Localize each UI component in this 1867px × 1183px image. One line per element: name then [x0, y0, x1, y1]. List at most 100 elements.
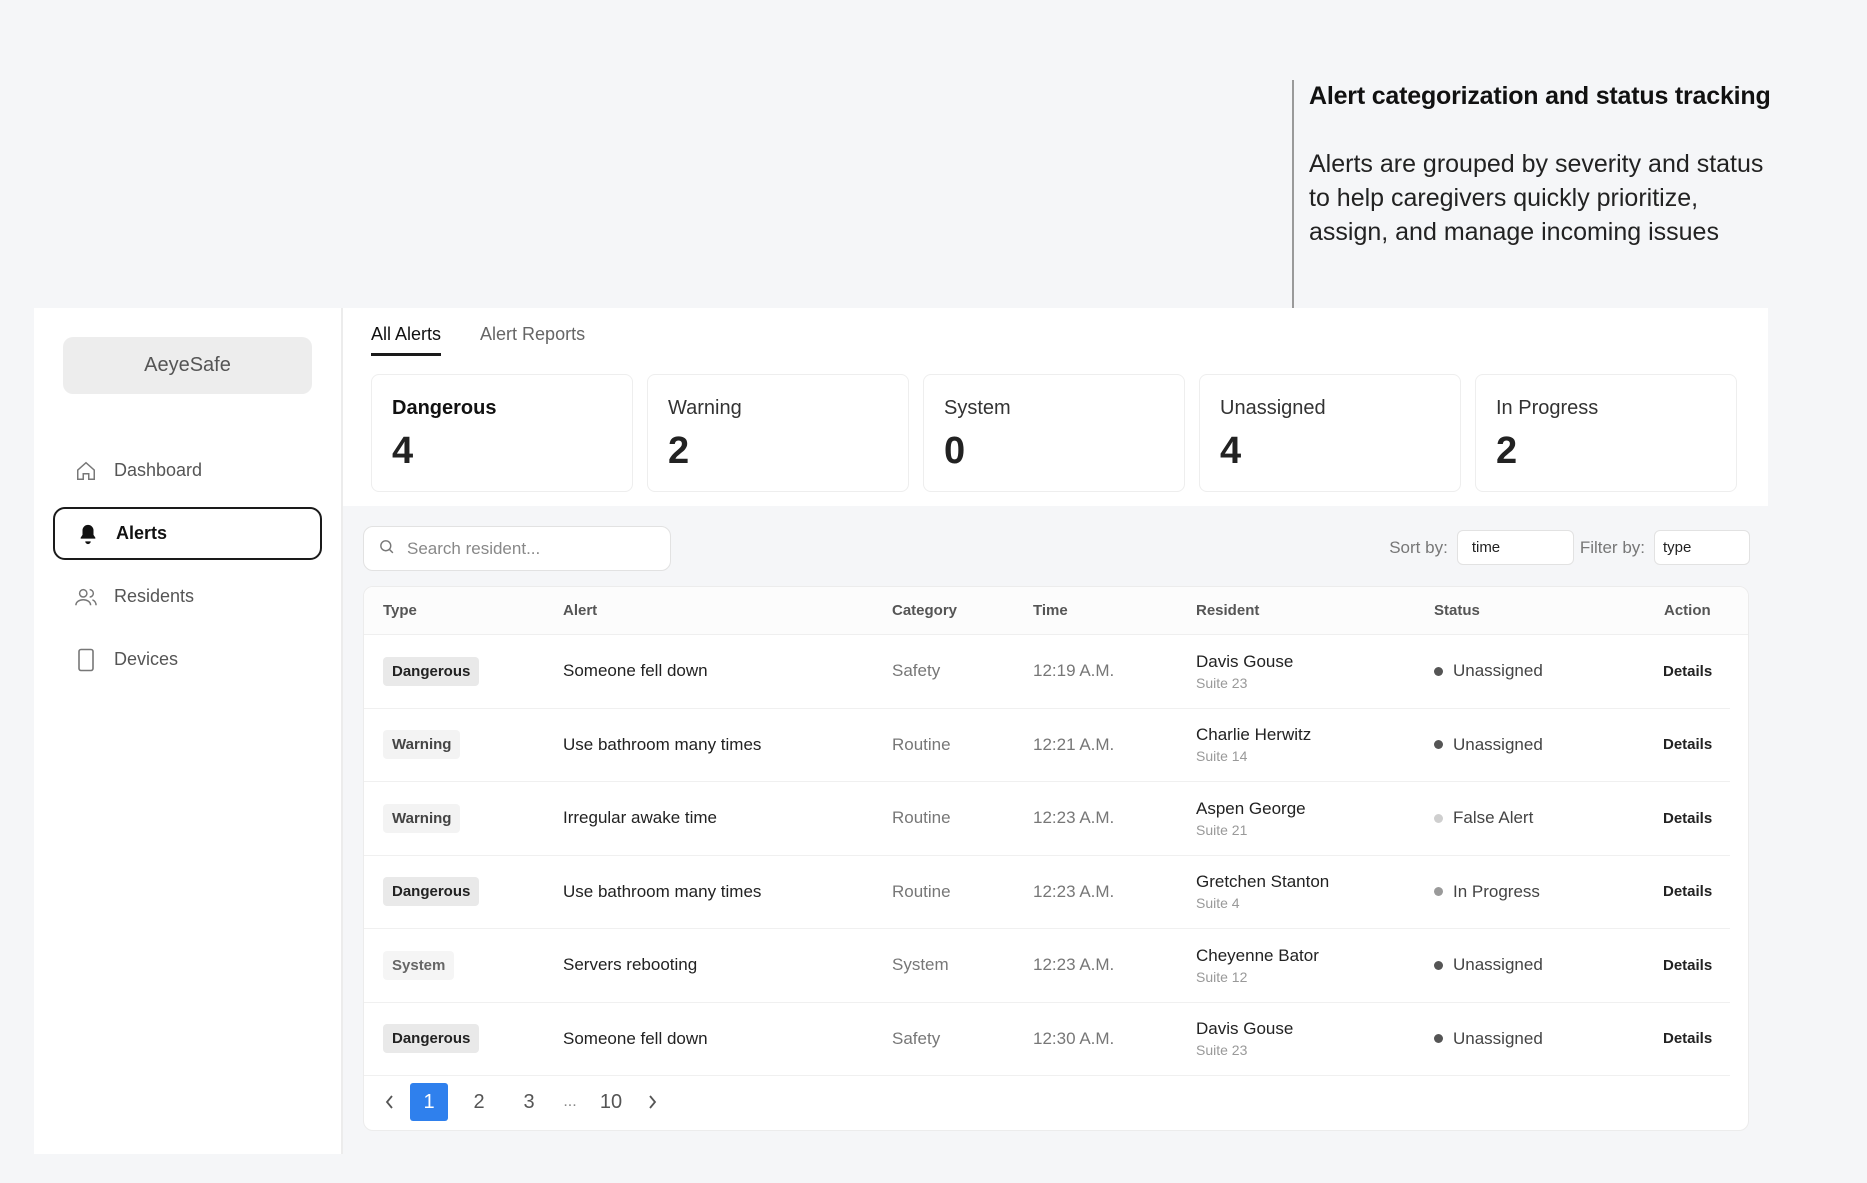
table-row[interactable]: Dangerous Someone fell down Safety 12:30…	[364, 1003, 1730, 1076]
category-text: Routine	[892, 881, 951, 901]
summary-card-dangerous[interactable]: Dangerous 4	[371, 374, 633, 492]
sidebar-item-devices[interactable]: Devices	[53, 633, 322, 686]
filter-label: Filter by:	[1579, 537, 1645, 557]
details-link[interactable]: Details	[1663, 957, 1712, 974]
card-value: 4	[1220, 430, 1242, 472]
alert-text: Irregular awake time	[563, 808, 718, 828]
resident-suite: Suite 23	[1196, 1042, 1248, 1059]
resident-suite: Suite 14	[1196, 748, 1248, 765]
resident-suite: Suite 23	[1196, 674, 1248, 691]
resident-suite: Suite 21	[1196, 821, 1248, 838]
summary-card-in-progress[interactable]: In Progress 2	[1475, 374, 1737, 492]
summary-cards: Dangerous 4 Warning 2 System 0 Unassigne…	[371, 374, 1737, 492]
column-header-category[interactable]: Category	[892, 587, 957, 634]
alerts-content: Sort by: time Filter by: type Type Alert…	[343, 506, 1768, 1154]
sidebar: AeyeSafe Dashboard Alerts Residents Devi…	[34, 308, 343, 1154]
category-text: Routine	[892, 808, 951, 828]
time-text: 12:30 A.M.	[1033, 1028, 1115, 1048]
card-label: System	[944, 397, 1011, 419]
category-text: Routine	[892, 734, 951, 754]
details-link[interactable]: Details	[1663, 810, 1712, 827]
table-row[interactable]: Dangerous Someone fell down Safety 12:19…	[364, 635, 1730, 709]
sidebar-nav: Dashboard Alerts Residents Devices	[53, 444, 322, 696]
page-ellipsis: ...	[563, 1093, 577, 1110]
type-badge: Warning	[383, 730, 461, 760]
sort-select[interactable]: time	[1456, 530, 1574, 565]
prev-page-button[interactable]	[380, 1083, 400, 1121]
resident-suite: Suite 4	[1196, 895, 1240, 912]
sort-label: Sort by:	[1389, 537, 1448, 557]
table-controls: Sort by: time Filter by: type	[1389, 530, 1750, 565]
main-panel: All Alerts Alert Reports Dangerous 4 War…	[343, 308, 1768, 1154]
status-dot	[1434, 813, 1443, 823]
chevron-left-icon	[385, 1095, 393, 1109]
status-dot	[1434, 666, 1443, 676]
details-link[interactable]: Details	[1663, 883, 1712, 900]
resident-name: Davis Gouse	[1196, 651, 1294, 671]
status-text: Unassigned	[1453, 1028, 1543, 1048]
column-header-alert[interactable]: Alert	[563, 587, 597, 634]
time-text: 12:21 A.M.	[1033, 734, 1115, 754]
time-text: 12:23 A.M.	[1033, 881, 1115, 901]
status-text: In Progress	[1453, 881, 1540, 901]
type-badge: System	[383, 950, 455, 980]
resident-name: Cheyenne Bator	[1196, 945, 1319, 965]
status-dot	[1434, 960, 1443, 970]
category-text: System	[892, 955, 949, 975]
page-button-3[interactable]: 3	[510, 1083, 548, 1121]
alerts-table: Type Alert Category Time Resident Status…	[363, 586, 1749, 1131]
table-header: Type Alert Category Time Resident Status…	[364, 587, 1748, 635]
card-value: 2	[1496, 430, 1518, 472]
card-value: 4	[392, 430, 414, 472]
alert-text: Someone fell down	[563, 1028, 708, 1048]
column-header-status[interactable]: Status	[1434, 587, 1480, 634]
details-link[interactable]: Details	[1663, 663, 1712, 680]
device-icon	[73, 647, 99, 673]
table-row[interactable]: Warning Use bathroom many times Routine …	[364, 709, 1730, 782]
type-badge: Dangerous	[383, 656, 480, 686]
app-logo[interactable]: AeyeSafe	[63, 337, 312, 394]
time-text: 12:23 A.M.	[1033, 955, 1115, 975]
sidebar-item-dashboard[interactable]: Dashboard	[53, 444, 322, 497]
card-value: 0	[944, 430, 966, 472]
time-text: 12:23 A.M.	[1033, 808, 1115, 828]
table-row[interactable]: Warning Irregular awake time Routine 12:…	[364, 782, 1730, 856]
home-icon	[73, 458, 99, 484]
resident-suite: Suite 12	[1196, 968, 1248, 985]
column-header-time[interactable]: Time	[1033, 587, 1068, 634]
next-page-button[interactable]	[642, 1083, 662, 1121]
bell-icon	[75, 521, 101, 547]
search-input[interactable]	[407, 538, 647, 559]
table-row[interactable]: Dangerous Use bathroom many times Routin…	[364, 856, 1730, 929]
filter-select[interactable]: type	[1654, 530, 1750, 565]
alert-text: Someone fell down	[563, 661, 708, 681]
status-text: Unassigned	[1453, 734, 1543, 754]
type-badge: Dangerous	[383, 1024, 480, 1054]
table-row[interactable]: System Servers rebooting System 12:23 A.…	[364, 929, 1730, 1003]
users-icon	[73, 584, 99, 610]
sidebar-item-residents[interactable]: Residents	[53, 570, 322, 623]
resident-name: Charlie Herwitz	[1196, 725, 1312, 745]
page-button-10[interactable]: 10	[592, 1083, 630, 1121]
summary-card-system[interactable]: System 0	[923, 374, 1185, 492]
column-header-resident[interactable]: Resident	[1196, 587, 1259, 634]
sidebar-item-label: Devices	[114, 649, 179, 669]
status-text: Unassigned	[1453, 661, 1543, 681]
column-header-type[interactable]: Type	[383, 587, 417, 634]
tab-alert-reports[interactable]: Alert Reports	[480, 324, 585, 356]
resident-name: Aspen George	[1196, 798, 1306, 818]
alert-text: Servers rebooting	[563, 955, 698, 975]
tab-all-alerts[interactable]: All Alerts	[371, 324, 442, 356]
details-link[interactable]: Details	[1663, 736, 1712, 753]
status-dot	[1434, 887, 1443, 897]
sidebar-item-alerts[interactable]: Alerts	[53, 507, 322, 560]
annotation-title: Alert categorization and status tracking	[1309, 82, 1771, 110]
summary-card-unassigned[interactable]: Unassigned 4	[1199, 374, 1461, 492]
details-link[interactable]: Details	[1663, 1030, 1712, 1047]
summary-card-warning[interactable]: Warning 2	[647, 374, 909, 492]
page-button-2[interactable]: 2	[460, 1083, 498, 1121]
type-badge: Warning	[383, 803, 461, 833]
page-button-1[interactable]: 1	[410, 1083, 448, 1121]
chevron-right-icon	[649, 1095, 657, 1109]
resident-name: Davis Gouse	[1196, 1019, 1294, 1039]
